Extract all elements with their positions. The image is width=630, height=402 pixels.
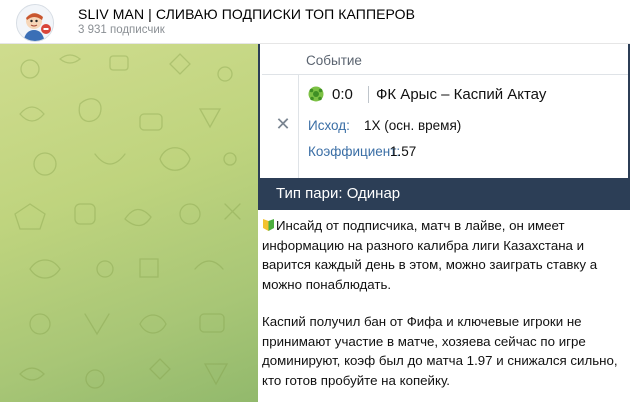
match-score: 0:0 (332, 86, 353, 103)
message-paragraph: Инсайд от подписчика, матч в лайве, он и… (262, 216, 624, 294)
match-teams: ФК Арыс – Каспий Актау (376, 86, 547, 103)
message-text: Инсайд от подписчика, матч в лайве, он и… (262, 216, 624, 390)
coefficient-value: 1.57 (390, 144, 417, 159)
beginner-shield-icon (263, 219, 274, 231)
soccer-ball-icon (308, 86, 324, 102)
subscriber-count: 3 931 подписчик (78, 24, 165, 36)
message-bubble: Событие ✕ 0:0 ФК Арыс – Каспий Актау Исх… (258, 44, 630, 402)
close-icon[interactable]: ✕ (274, 115, 292, 133)
divider (262, 74, 628, 75)
message-paragraph-text: Инсайд от подписчика, матч в лайве, он и… (262, 218, 598, 292)
channel-title[interactable]: SLIV MAN | СЛИВАЮ ПОДПИСКИ ТОП КАППЕРОВ (78, 6, 415, 22)
chat-header[interactable]: SLIV MAN | СЛИВАЮ ПОДПИСКИ ТОП КАППЕРОВ … (0, 0, 630, 44)
outcome-label: Исход: (308, 118, 350, 133)
bet-type-label: Тип пари: Одинар (276, 185, 401, 202)
channel-avatar[interactable] (16, 4, 54, 42)
outcome-value: 1Х (осн. время) (364, 118, 462, 133)
wallpaper-doodles-icon (14, 53, 241, 389)
divider (368, 86, 369, 103)
divider (298, 75, 299, 178)
bet-type-bar: Тип пари: Одинар (258, 178, 630, 210)
event-label: Событие (306, 53, 362, 68)
coefficient-label: Коэффициент: (308, 144, 401, 159)
message-paragraph: Каспий получил бан от Фифа и ключевые иг… (262, 314, 618, 388)
bet-slip-card: Событие ✕ 0:0 ФК Арыс – Каспий Актау Исх… (258, 44, 630, 178)
chat-wallpaper (0, 44, 258, 402)
